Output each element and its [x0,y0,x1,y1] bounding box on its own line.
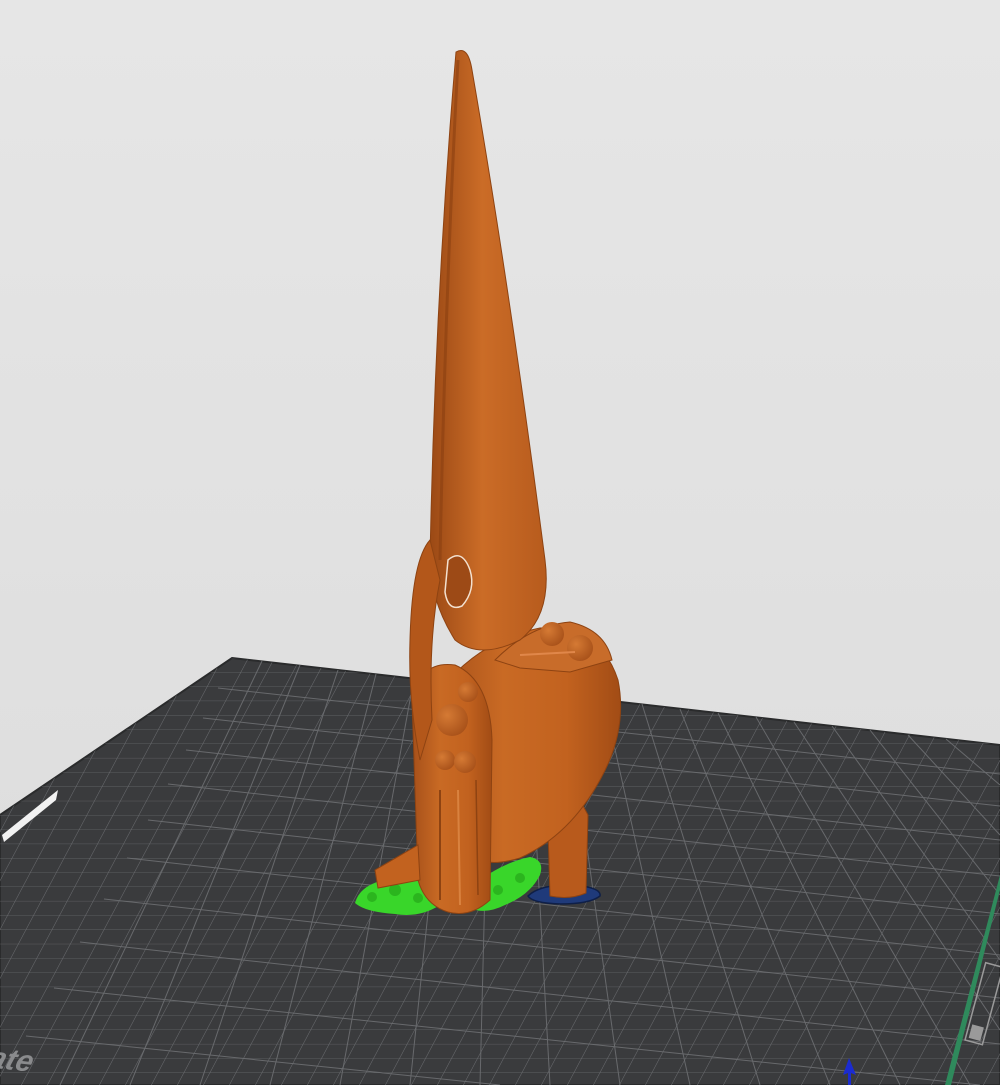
scene-canvas[interactable]: Textured PEI Plate [0,0,1000,1085]
3d-viewport[interactable]: Textured PEI Plate [0,0,1000,1085]
